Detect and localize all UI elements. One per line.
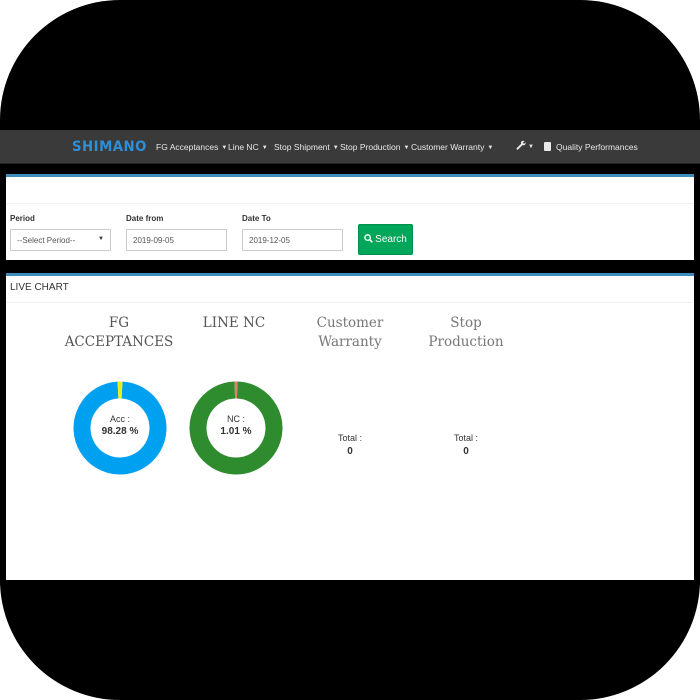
search-button-label: Search (375, 234, 407, 245)
divider (6, 302, 694, 303)
caret-down-icon: ▼ (487, 145, 494, 151)
customer-warranty-total: Total : 0 (295, 433, 405, 457)
caret-down-icon: ▼ (261, 145, 268, 151)
total-label: Total : (453, 433, 478, 443)
quality-performances-label: Quality Performances (556, 142, 638, 152)
caret-down-icon: ▼ (528, 144, 534, 150)
stop-production-total: Total : 0 (411, 433, 521, 457)
donut-label: NC : (227, 414, 245, 424)
donut-value: 98.28 % (101, 426, 139, 437)
period-label: Period (10, 214, 35, 223)
nav-label: Stop Shipment (274, 142, 330, 152)
nav-stop-production[interactable]: Stop Production ▼ (340, 142, 409, 152)
date-to-label: Date To (242, 214, 271, 223)
title-line: Stop (450, 315, 482, 331)
nav-fg-acceptances[interactable]: FG Acceptances ▼ (156, 142, 227, 152)
total-label: Total : (337, 433, 362, 443)
title-line: Production (428, 334, 504, 350)
period-select-value: --Select Period-- (17, 236, 76, 245)
title-line: Customer (316, 315, 384, 331)
nav-label: Customer Warranty (411, 142, 485, 152)
period-select[interactable]: --Select Period-- ▼ (10, 229, 111, 251)
title-line: FG (108, 315, 130, 331)
donut-center-label: NC : 1.01 % (188, 414, 284, 437)
search-button[interactable]: Search (358, 224, 413, 255)
book-icon (544, 142, 551, 151)
donut-label: Acc : (109, 414, 130, 424)
total-value: 0 (347, 446, 353, 457)
live-chart-panel: LIVE CHART FG ACCEPTANCES LINE NC Custom… (6, 273, 694, 580)
stop-production-title: Stop Production (411, 314, 521, 352)
customer-warranty-title: Customer Warranty (295, 314, 405, 352)
date-from-label: Date from (126, 214, 164, 223)
live-chart-title: LIVE CHART (10, 282, 69, 293)
title-line: Warranty (318, 334, 382, 350)
line-nc-donut[interactable]: NC : 1.01 % (188, 380, 284, 476)
search-icon (364, 234, 374, 243)
app-screen: SHIMANO FG Acceptances ▼ Line NC ▼ Stop Sh… (0, 130, 700, 585)
nav-label: Stop Production (340, 142, 401, 152)
title-line: LINE NC (202, 315, 266, 331)
total-value: 0 (463, 446, 469, 457)
nav-line-nc[interactable]: Line NC ▼ (228, 142, 268, 152)
fg-acceptance-donut[interactable]: Acc : 98.28 % (72, 380, 168, 476)
donut-center-label: Acc : 98.28 % (72, 414, 168, 437)
quality-performances-link[interactable]: Quality Performances (544, 142, 638, 152)
nav-label: Line NC (228, 142, 259, 152)
nav-customer-warranty[interactable]: Customer Warranty ▼ (411, 142, 493, 152)
filter-panel: Period --Select Period-- ▼ Date from 2019… (6, 174, 694, 260)
nav-stop-shipment[interactable]: Stop Shipment ▼ (274, 142, 339, 152)
caret-down-icon: ▼ (403, 145, 410, 151)
date-to-input[interactable]: 2019-12-05 (242, 229, 343, 251)
wrench-icon (516, 140, 526, 150)
date-from-input[interactable]: 2019-09-05 (126, 229, 227, 251)
caret-down-icon: ▼ (98, 236, 104, 242)
brand-logo[interactable]: SHIMANO (72, 139, 147, 155)
title-line: ACCEPTANCES (64, 334, 174, 350)
donut-value: 1.01 % (220, 426, 252, 437)
caret-down-icon: ▼ (221, 145, 228, 151)
divider (6, 203, 694, 204)
device-frame: SHIMANO FG Acceptances ▼ Line NC ▼ Stop Sh… (0, 0, 700, 700)
caret-down-icon: ▼ (332, 145, 339, 151)
nav-label: FG Acceptances (156, 142, 219, 152)
fg-acceptances-title: FG ACCEPTANCES (64, 314, 174, 352)
top-navbar: SHIMANO FG Acceptances ▼ Line NC ▼ Stop Sh… (0, 130, 700, 164)
line-nc-title: LINE NC (179, 314, 289, 333)
tools-menu[interactable]: ▼ (516, 140, 534, 153)
